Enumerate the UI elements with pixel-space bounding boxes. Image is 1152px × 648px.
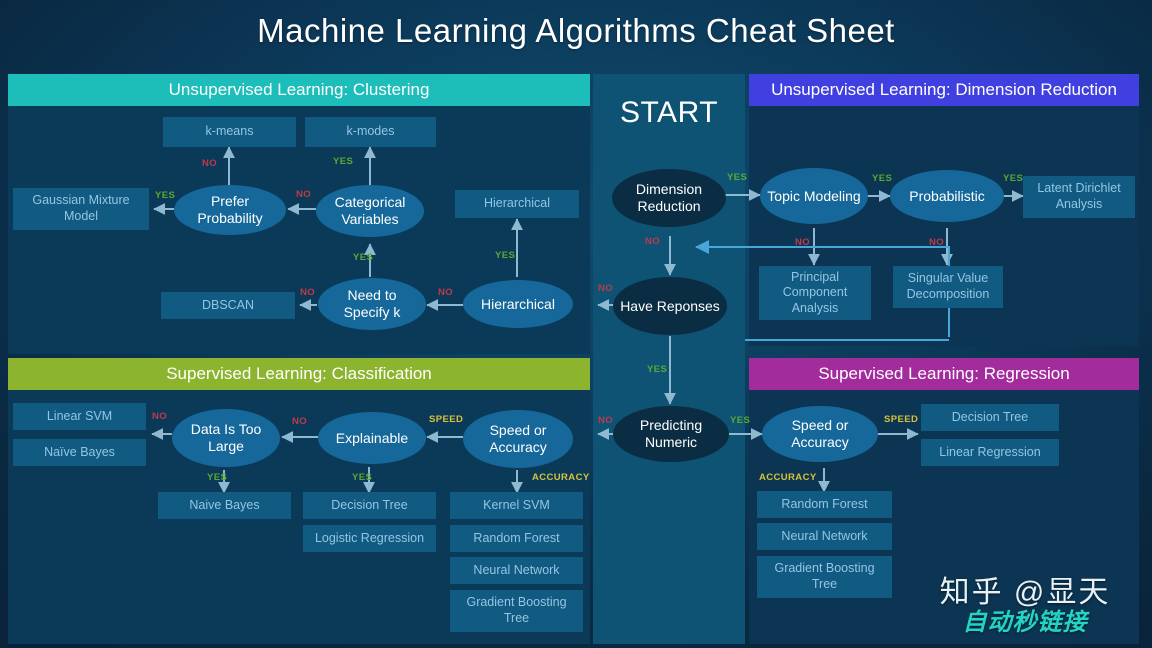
node-predicting-numeric[interactable]: Predicting Numeric <box>613 406 729 462</box>
watermark: 知乎 @显天 自动秒链接 <box>905 578 1145 636</box>
label-probabilistic-yes: YES <box>1003 173 1024 184</box>
node-naive-bayes-left[interactable]: Naïve Bayes <box>13 439 146 466</box>
node-gradient-boosting-tree-regression[interactable]: Gradient Boosting Tree <box>757 556 892 598</box>
watermark-line-1: 知乎 @显天 <box>939 576 1111 609</box>
node-hierarchical-decision[interactable]: Hierarchical <box>463 280 573 328</box>
node-categorical-variables[interactable]: Categorical Variables <box>316 185 424 237</box>
label-responses-yes: YES <box>647 364 668 375</box>
node-linear-svm[interactable]: Linear SVM <box>13 403 146 430</box>
node-neural-network-regression[interactable]: Neural Network <box>757 523 892 550</box>
center-column <box>593 74 745 644</box>
node-logistic-regression[interactable]: Logistic Regression <box>303 525 436 552</box>
node-need-to-specify-k[interactable]: Need to Specify k <box>318 278 426 330</box>
watermark-line-2: 自动秒链接 <box>962 609 1088 636</box>
node-neural-network[interactable]: Neural Network <box>450 557 583 584</box>
label-classification-speed: SPEED <box>429 414 464 425</box>
label-regression-accuracy: ACCURACY <box>759 472 817 483</box>
node-prefer-probability[interactable]: Prefer Probability <box>174 185 286 235</box>
label-kmodes-yes: YES <box>333 156 354 167</box>
node-probabilistic[interactable]: Probabilistic <box>890 170 1004 222</box>
node-latent-dirichlet-analysis[interactable]: Latent Dirichlet Analysis <box>1023 176 1135 218</box>
cheatsheet-canvas: Machine Learning Algorithms Cheat Sheet … <box>0 0 1152 648</box>
node-topic-modeling[interactable]: Topic Modeling <box>760 168 868 224</box>
node-linear-regression[interactable]: Linear Regression <box>921 439 1059 466</box>
label-categorical-no: NO <box>296 189 312 200</box>
label-gmm-yes: YES <box>155 190 176 201</box>
node-random-forest-regression[interactable]: Random Forest <box>757 491 892 518</box>
label-responses-no: NO <box>598 283 614 294</box>
label-topic-no: NO <box>795 237 811 248</box>
panel-clustering-header: Unsupervised Learning: Clustering <box>8 74 590 106</box>
start-label: START <box>619 96 719 129</box>
label-large-yes: YES <box>207 472 228 483</box>
node-k-means[interactable]: k-means <box>163 117 296 147</box>
node-explainable[interactable]: Explainable <box>318 412 426 464</box>
node-gaussian-mixture-model[interactable]: Gaussian Mixture Model <box>13 188 149 230</box>
label-hierarchical-no: NO <box>438 287 454 298</box>
label-probabilistic-no: NO <box>929 237 945 248</box>
label-topic-yes: YES <box>872 173 893 184</box>
page-title: Machine Learning Algorithms Cheat Sheet <box>257 12 895 49</box>
node-decision-tree-regression[interactable]: Decision Tree <box>921 404 1059 431</box>
label-explainable-no: NO <box>292 416 308 427</box>
node-dimension-reduction[interactable]: Dimension Reduction <box>612 169 726 227</box>
label-explainable-yes: YES <box>352 472 373 483</box>
label-specifyk-yes: YES <box>353 252 374 263</box>
panel-regression-header: Supervised Learning: Regression <box>749 358 1139 390</box>
node-decision-tree[interactable]: Decision Tree <box>303 492 436 519</box>
node-hierarchical-box[interactable]: Hierarchical <box>455 190 579 218</box>
label-regression-speed: SPEED <box>884 414 919 425</box>
label-predicting-yes: YES <box>730 415 751 426</box>
label-kmeans-no: NO <box>202 158 218 169</box>
node-gradient-boosting-tree[interactable]: Gradient Boosting Tree <box>450 590 583 632</box>
node-have-responses[interactable]: Have Reponses <box>613 277 727 335</box>
label-dbscan-no: NO <box>300 287 316 298</box>
label-svm-no: NO <box>152 411 168 422</box>
label-predicting-no: NO <box>598 415 614 426</box>
node-random-forest[interactable]: Random Forest <box>450 525 583 552</box>
node-k-modes[interactable]: k-modes <box>305 117 436 147</box>
node-singular-value-decomposition[interactable]: Singular Value Decomposition <box>893 266 1003 308</box>
label-dimension-no: NO <box>645 236 661 247</box>
panel-dimension-header: Unsupervised Learning: Dimension Reducti… <box>749 74 1139 106</box>
label-classification-accuracy: ACCURACY <box>532 472 590 483</box>
label-hierarchical-yes: YES <box>495 250 516 261</box>
node-speed-or-accuracy-classification[interactable]: Speed or Accuracy <box>463 410 573 468</box>
node-dbscan[interactable]: DBSCAN <box>161 292 295 319</box>
label-dimension-yes: YES <box>727 172 748 183</box>
node-kernel-svm[interactable]: Kernel SVM <box>450 492 583 519</box>
node-data-is-too-large[interactable]: Data Is Too Large <box>172 409 280 467</box>
node-naive-bayes-bottom[interactable]: Naive Bayes <box>158 492 291 519</box>
panel-classification-header: Supervised Learning: Classification <box>8 358 590 390</box>
node-principal-component-analysis[interactable]: Principal Component Analysis <box>759 266 871 320</box>
node-speed-or-accuracy-regression[interactable]: Speed or Accuracy <box>762 406 878 462</box>
